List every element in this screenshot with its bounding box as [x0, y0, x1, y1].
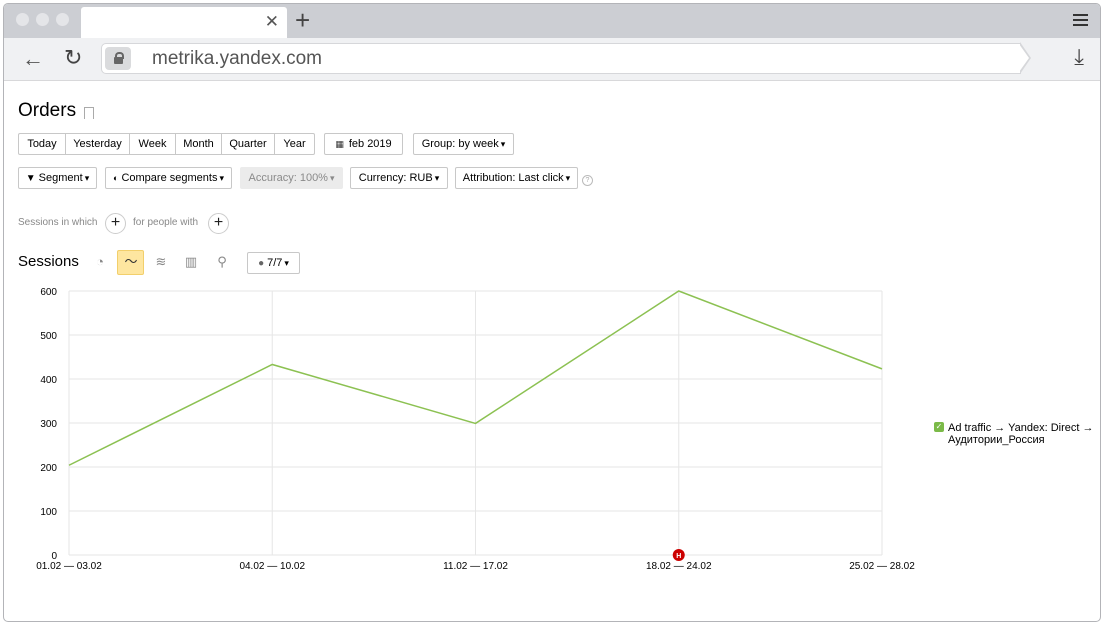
bar-chart-icon[interactable]: ▥: [181, 253, 201, 271]
tab-strip: ✕ +: [4, 4, 1100, 38]
y-tick-label: 300: [40, 419, 57, 430]
y-tick-label: 100: [40, 507, 57, 518]
window-close-dot[interactable]: [16, 13, 29, 26]
chevron-down-icon: ▾: [500, 139, 506, 149]
add-people-condition-button[interactable]: +: [208, 213, 229, 234]
segment-dropdown[interactable]: ▼ Segment ▾: [18, 167, 97, 189]
series-selector-dropdown[interactable]: ● 7/7 ▾: [247, 252, 300, 274]
compare-segments-label: Compare segments: [121, 172, 218, 184]
y-tick-label: 600: [40, 287, 57, 298]
back-arrow-icon[interactable]: ←: [22, 46, 44, 72]
chart-legend[interactable]: ✓ Ad traffic → Yandex: Direct → Аудитори…: [934, 422, 1099, 446]
lock-icon: [105, 47, 131, 70]
period-week-button[interactable]: Week: [129, 133, 175, 155]
bookmark-icon[interactable]: [84, 107, 94, 119]
line-chart-icon[interactable]: 〜: [121, 253, 141, 271]
help-icon[interactable]: ?: [582, 175, 593, 186]
chevron-down-icon: ▾: [284, 258, 289, 268]
currency-label: Currency: RUB: [358, 172, 433, 184]
grouping-dropdown[interactable]: Group: by week ▾: [413, 133, 514, 155]
hamburger-menu-icon[interactable]: [1073, 14, 1088, 29]
period-month-button[interactable]: Month: [175, 133, 221, 155]
x-tick-label: 18.02 — 24.02: [646, 561, 712, 572]
new-tab-plus-icon[interactable]: +: [295, 6, 310, 34]
segment-label: Segment: [38, 172, 83, 184]
currency-dropdown[interactable]: Currency: RUB ▾: [350, 167, 448, 189]
date-range-button[interactable]: ▦ feb 2019: [324, 133, 403, 155]
attribution-label: Attribution: Last click: [462, 172, 564, 184]
period-yesterday-button[interactable]: Yesterday: [65, 133, 129, 155]
filter-icon: ▼: [25, 173, 36, 184]
comment-icon: ●: [258, 258, 265, 269]
chevron-down-icon: ▾: [434, 173, 440, 183]
area-chart-icon[interactable]: ≋: [151, 253, 171, 271]
sessions-line-chart: 010020030040050060001.02 — 03.02 04.02 — …: [36, 287, 915, 572]
page-title: Orders: [18, 100, 77, 121]
series-count-label: 7/7: [267, 257, 283, 269]
y-tick-label: 400: [40, 375, 57, 386]
y-tick-label: 200: [40, 463, 57, 474]
attribution-dropdown[interactable]: Attribution: Last click ▾: [455, 167, 578, 189]
compare-segments-dropdown[interactable]: ◐ Compare segments ▾: [105, 167, 232, 189]
chevron-down-icon: ▾: [329, 173, 335, 183]
browser-window: ✕ + ← ↻ metrika.yandex.com ⤓ Orders Toda…: [3, 3, 1101, 622]
download-icon[interactable]: ⤓: [1074, 44, 1084, 70]
chevron-down-icon: ▾: [219, 173, 224, 183]
map-icon[interactable]: ⚲: [212, 253, 232, 271]
x-tick-label: 01.02 — 03.02: [36, 561, 102, 572]
browser-toolbar: ← ↻ metrika.yandex.com ⤓: [4, 38, 1100, 81]
chart-section-title: Sessions: [18, 253, 79, 270]
window-maximize-dot[interactable]: [56, 13, 69, 26]
grouping-label: Group: by week: [421, 138, 499, 150]
url-text[interactable]: metrika.yandex.com: [152, 48, 322, 70]
legend-checkbox-icon[interactable]: ✓: [934, 422, 944, 432]
address-bar[interactable]: metrika.yandex.com: [101, 43, 1021, 74]
y-tick-label: 500: [40, 331, 57, 342]
people-condition-label: for people with: [133, 217, 199, 228]
period-today-button[interactable]: Today: [18, 133, 65, 155]
date-range-label: feb 2019: [348, 138, 392, 150]
add-session-condition-button[interactable]: +: [105, 213, 126, 234]
chevron-down-icon: ▾: [84, 173, 90, 183]
x-tick-label: 11.02 — 17.02: [443, 561, 508, 572]
compare-icon: ◐: [113, 173, 119, 183]
report-page: Orders Today Yesterday Week Month Quarte…: [4, 81, 1100, 621]
period-year-button[interactable]: Year: [274, 133, 315, 155]
browser-tab[interactable]: ✕: [81, 7, 287, 38]
close-icon[interactable]: ✕: [265, 12, 279, 32]
window-minimize-dot[interactable]: [36, 13, 49, 26]
sessions-condition-label: Sessions in which: [18, 217, 98, 228]
chevron-down-icon: ▾: [565, 173, 571, 183]
calendar-icon: ▦: [335, 139, 344, 149]
x-tick-label: 04.02 — 10.02: [239, 561, 305, 572]
accuracy-label: Accuracy: 100%: [248, 172, 328, 184]
legend-series-label: Ad traffic → Yandex: Direct → Аудитории_…: [948, 422, 1094, 446]
x-tick-label: 25.02 — 28.02: [849, 561, 915, 572]
pie-chart-icon[interactable]: ◔: [90, 253, 110, 271]
reload-icon[interactable]: ↻: [64, 45, 82, 71]
accuracy-dropdown[interactable]: Accuracy: 100% ▾: [240, 167, 343, 189]
annotation-marker-label: Н: [676, 553, 681, 560]
period-quarter-button[interactable]: Quarter: [221, 133, 274, 155]
